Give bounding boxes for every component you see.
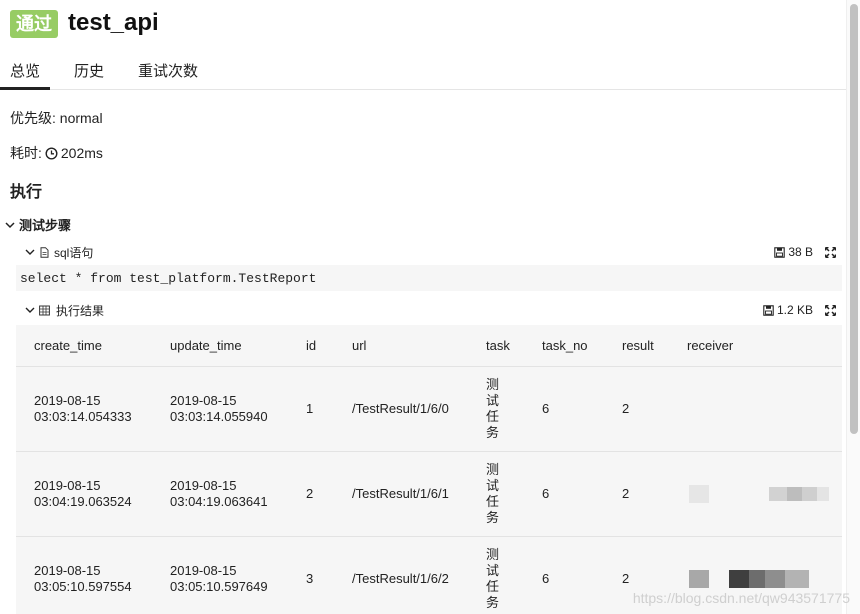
column-header: id	[288, 325, 334, 367]
cell-task: 测试任务	[468, 536, 524, 614]
chevron-down-icon	[24, 246, 36, 258]
cell-id: 2	[288, 451, 334, 537]
priority-line: 优先级: normal	[10, 108, 103, 128]
sql-code-block: select * from test_platform.TestReport	[16, 265, 842, 291]
redacted-block	[769, 486, 829, 501]
cell-create-time: 2019-08-15 03:05:10.597554	[16, 536, 152, 614]
sql-attachment-size: 38 B	[774, 245, 813, 259]
column-header: url	[334, 325, 468, 367]
page-title: test_api	[68, 9, 159, 36]
cell-url: /TestResult/1/6/2	[334, 536, 468, 614]
table-icon	[39, 305, 50, 316]
file-icon	[39, 246, 50, 258]
fullscreen-icon[interactable]	[824, 304, 837, 316]
result-attachment-header[interactable]: 执行结果 1.2 KB	[24, 299, 837, 321]
cell-result: 2	[604, 451, 669, 537]
cell-id: 1	[288, 366, 334, 452]
cell-task: 测试任务	[468, 366, 524, 452]
tab-history[interactable]: 历史	[64, 52, 114, 90]
disk-icon	[774, 246, 786, 258]
fullscreen-icon[interactable]	[824, 246, 837, 258]
chevron-down-icon	[24, 304, 36, 316]
cell-task: 测试任务	[468, 451, 524, 537]
column-header: receiver	[669, 325, 842, 367]
report-page: 通过 test_api 总览 历史 重试次数 优先级: normal 耗时: 2…	[0, 0, 860, 614]
status-badge: 通过	[10, 10, 58, 38]
column-header: update_time	[152, 325, 288, 367]
sql-attachment-size-text: 38 B	[788, 245, 813, 259]
disk-icon	[763, 304, 774, 316]
header: 通过 test_api	[10, 9, 159, 38]
column-header: result	[604, 325, 669, 367]
cell-result: 2	[604, 366, 669, 452]
scrollbar-thumb[interactable]	[850, 4, 858, 434]
result-attachment-meta: 1.2 KB	[763, 303, 837, 317]
redacted-block	[689, 569, 709, 588]
cell-update-time: 2019-08-15 03:04:19.063641	[152, 451, 288, 537]
cell-task-no: 6	[524, 451, 604, 537]
duration-line: 耗时: 202ms	[10, 143, 103, 163]
priority-text: 优先级: normal	[10, 110, 103, 126]
test-step-title: 测试步骤	[19, 218, 72, 233]
watermark: https://blog.csdn.net/qw943571775	[632, 590, 850, 606]
result-attachment-size-text: 1.2 KB	[776, 303, 813, 317]
cell-receiver	[669, 451, 842, 537]
cell-create-time: 2019-08-15 03:04:19.063524	[16, 451, 152, 537]
cell-url: /TestResult/1/6/0	[334, 366, 468, 452]
page-scrollbar[interactable]	[846, 0, 860, 614]
result-table-container: create_time update_time id url task task…	[16, 325, 842, 614]
cell-update-time: 2019-08-15 03:05:10.597649	[152, 536, 288, 614]
sql-attachment-header[interactable]: sql语句 38 B	[24, 241, 837, 263]
execution-title: 执行	[10, 184, 43, 201]
redacted-block	[689, 484, 709, 503]
sql-attachment-name: sql语句	[54, 245, 94, 260]
clock-icon	[45, 146, 58, 160]
chevron-down-icon	[4, 219, 16, 231]
sql-attachment-label: sql语句	[24, 244, 93, 261]
duration-label: 耗时:	[10, 145, 42, 161]
result-attachment-size: 1.2 KB	[763, 303, 813, 317]
cell-update-time: 2019-08-15 03:03:14.055940	[152, 366, 288, 452]
table-header-row: create_time update_time id url task task…	[16, 325, 842, 367]
cell-receiver	[669, 366, 842, 452]
cell-url: /TestResult/1/6/1	[334, 451, 468, 537]
redacted-block	[729, 569, 809, 588]
column-header: task	[468, 325, 524, 367]
cell-task-no: 6	[524, 366, 604, 452]
table-row: 2019-08-15 03:03:14.054333 2019-08-15 03:0…	[16, 366, 842, 452]
duration-value: 202ms	[60, 145, 103, 161]
tab-overview[interactable]: 总览	[0, 52, 51, 90]
tab-retries[interactable]: 重试次数	[128, 52, 208, 90]
result-attachment-name: 执行结果	[56, 303, 105, 318]
cell-create-time: 2019-08-15 03:03:14.054333	[16, 366, 152, 452]
sql-attachment-meta: 38 B	[774, 245, 837, 259]
result-table: create_time update_time id url task task…	[16, 325, 842, 614]
cell-id: 3	[288, 536, 334, 614]
table-row: 2019-08-15 03:04:19.063524 2019-08-15 03:0…	[16, 451, 842, 537]
column-header: create_time	[16, 325, 152, 367]
cell-task-no: 6	[524, 536, 604, 614]
test-step-toggle[interactable]: 测试步骤	[4, 215, 71, 234]
result-attachment-label: 执行结果	[24, 302, 104, 319]
tab-bar: 总览 历史 重试次数	[0, 52, 846, 90]
column-header: task_no	[524, 325, 604, 367]
